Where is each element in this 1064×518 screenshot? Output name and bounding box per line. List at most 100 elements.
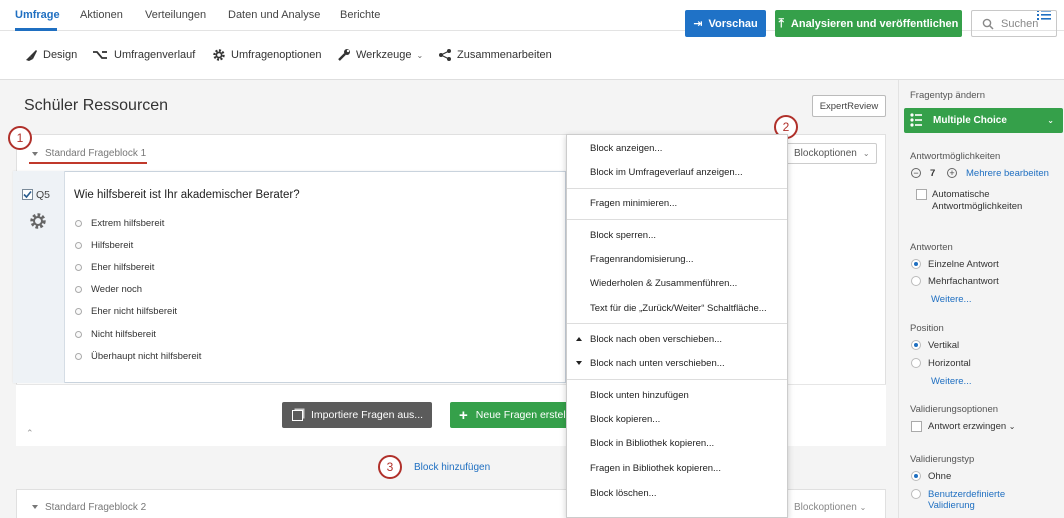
menu-divider bbox=[567, 219, 787, 220]
page-title: Schüler Ressourcen bbox=[24, 97, 169, 114]
custom-validation-link[interactable]: Benutzerdefinierte bbox=[928, 489, 1005, 500]
edit-multiple-link[interactable]: Mehrere bearbeiten bbox=[966, 168, 1049, 179]
gear-icon[interactable] bbox=[29, 212, 47, 230]
plus-icon: + bbox=[459, 406, 468, 424]
search-input[interactable]: Suchen bbox=[971, 10, 1057, 37]
menu-divider bbox=[567, 188, 787, 189]
chevron-up-icon[interactable]: ⌃ bbox=[26, 428, 34, 439]
survey-options-button[interactable]: Umfragenoptionen bbox=[212, 48, 322, 62]
menu-item-add-block-below[interactable]: Block unten hinzufügen bbox=[590, 390, 689, 401]
menu-divider bbox=[567, 379, 787, 380]
choice-item[interactable]: Hilfsbereit bbox=[75, 240, 133, 251]
tab-survey[interactable]: Umfrage bbox=[15, 9, 60, 21]
survey-flow-button[interactable]: Umfragenverlauf bbox=[92, 48, 195, 62]
block-1-label[interactable]: Standard Frageblock 1 bbox=[45, 148, 146, 159]
tab-distributions[interactable]: Verteilungen bbox=[145, 9, 206, 21]
publish-button[interactable]: ⤒ Analysieren und veröffentlichen bbox=[775, 10, 962, 37]
custom-validation-radio[interactable] bbox=[911, 489, 921, 499]
answers-label: Antworten bbox=[910, 242, 953, 253]
question-type-dropdown[interactable]: Multiple Choice ⌄ bbox=[904, 108, 1063, 133]
upload-icon: ⤒ bbox=[778, 16, 784, 30]
validation-type-label: Validierungstyp bbox=[910, 454, 975, 465]
auto-choices-checkbox[interactable] bbox=[916, 189, 927, 200]
tools-label: Werkzeuge bbox=[356, 49, 412, 61]
radio-icon bbox=[75, 353, 82, 360]
block-2-label[interactable]: Standard Frageblock 2 bbox=[45, 502, 146, 513]
menu-item-view-in-flow[interactable]: Block im Umfrageverlauf anzeigen... bbox=[590, 167, 743, 178]
chevron-down-icon: ⌄ bbox=[416, 50, 424, 60]
menu-item-copy-block[interactable]: Block kopieren... bbox=[590, 414, 660, 425]
multiple-choice-icon bbox=[910, 113, 922, 127]
collaborate-button[interactable]: Zusammenarbeiten bbox=[438, 48, 552, 62]
tab-reports[interactable]: Berichte bbox=[340, 9, 380, 21]
block-2-options-button[interactable]: Blockoptionen ⌄ bbox=[794, 502, 866, 513]
chevron-down-icon: ⌄ bbox=[1047, 116, 1054, 125]
menu-item-delete-block[interactable]: Block löschen... bbox=[590, 488, 657, 499]
preview-icon: ⇥ bbox=[693, 18, 703, 30]
expert-review-button[interactable]: ExpertReview bbox=[812, 95, 886, 117]
menu-item-view-block[interactable]: Block anzeigen... bbox=[590, 143, 662, 154]
vertical-radio[interactable] bbox=[911, 340, 921, 350]
choice-item[interactable]: Extrem hilfsbereit bbox=[75, 218, 164, 229]
no-validation-label: Ohne bbox=[928, 471, 952, 482]
multi-answer-label: Mehrfachantwort bbox=[928, 276, 999, 287]
caret-down-icon[interactable] bbox=[32, 152, 38, 156]
force-response-label[interactable]: Antwort erzwingen ⌄ bbox=[928, 421, 1016, 432]
choice-item[interactable]: Nicht hilfsbereit bbox=[75, 329, 156, 340]
tab-actions[interactable]: Aktionen bbox=[80, 9, 123, 21]
force-response-checkbox[interactable] bbox=[911, 421, 922, 432]
custom-validation-link-2[interactable]: Validierung bbox=[928, 500, 975, 511]
caret-down-icon[interactable] bbox=[32, 505, 38, 509]
menu-item-collapse-questions[interactable]: Fragen minimieren... bbox=[590, 198, 677, 209]
question-sidebar bbox=[13, 171, 65, 383]
menu-item-move-up[interactable]: Block nach oben verschieben... bbox=[590, 334, 722, 345]
design-button[interactable]: Design bbox=[24, 48, 77, 62]
question-type-label: Fragentyp ändern bbox=[910, 90, 985, 101]
new-question-button[interactable]: + Neue Fragen erstellen bbox=[450, 402, 566, 428]
validation-options-label: Validierungsoptionen bbox=[910, 404, 999, 415]
no-validation-radio[interactable] bbox=[911, 471, 921, 481]
menu-item-move-down[interactable]: Block nach unten verschieben... bbox=[590, 358, 725, 369]
menu-item-lock-block[interactable]: Block sperren... bbox=[590, 230, 656, 241]
horizontal-radio[interactable] bbox=[911, 358, 921, 368]
choice-item[interactable]: Eher hilfsbereit bbox=[75, 262, 154, 273]
import-questions-button[interactable]: Importiere Fragen aus... bbox=[282, 402, 432, 428]
choice-label: Hilfsbereit bbox=[91, 240, 134, 251]
position-more-link[interactable]: Weitere... bbox=[931, 376, 971, 387]
multi-answer-radio[interactable] bbox=[911, 276, 921, 286]
preview-button[interactable]: ⇥ Vorschau bbox=[685, 10, 766, 37]
gear-icon bbox=[213, 49, 225, 61]
chevron-down-icon: ⌄ bbox=[1008, 422, 1016, 431]
triangle-down-icon bbox=[576, 361, 582, 365]
radio-icon bbox=[75, 308, 82, 315]
choice-label: Eher nicht hilfsbereit bbox=[91, 306, 178, 317]
question-select-checkbox[interactable] bbox=[22, 189, 33, 200]
menu-divider bbox=[567, 323, 787, 324]
choice-label: Extrem hilfsbereit bbox=[91, 218, 165, 229]
menu-item-randomization[interactable]: Fragenrandomisierung... bbox=[590, 254, 694, 265]
share-icon bbox=[439, 49, 451, 61]
add-block-link[interactable]: Block hinzufügen bbox=[414, 462, 490, 473]
callout-3: 3 bbox=[378, 455, 402, 479]
block-options-button[interactable]: Blockoptionen ⌄ bbox=[786, 143, 877, 164]
answers-more-link[interactable]: Weitere... bbox=[931, 294, 971, 305]
choice-label: Eher hilfsbereit bbox=[91, 262, 155, 273]
question-text[interactable]: Wie hilfsbereit ist Ihr akademischer Ber… bbox=[74, 189, 300, 201]
menu-item-loop-merge[interactable]: Wiederholen & Zusammenführen... bbox=[590, 278, 737, 289]
chevron-down-icon: ⌄ bbox=[862, 149, 870, 158]
choice-item[interactable]: Überhaupt nicht hilfsbereit bbox=[75, 351, 201, 362]
tools-dropdown[interactable]: Werkzeuge ⌄ bbox=[337, 48, 423, 62]
check-icon bbox=[23, 190, 32, 199]
tab-data-analysis[interactable]: Daten und Analyse bbox=[228, 9, 320, 21]
minus-icon[interactable]: − bbox=[911, 168, 921, 178]
menu-item-copy-questions-library[interactable]: Fragen in Bibliothek kopieren... bbox=[590, 463, 721, 474]
single-answer-radio[interactable] bbox=[911, 259, 921, 269]
collaborate-label: Zusammenarbeiten bbox=[457, 49, 552, 61]
highlight-underline bbox=[29, 162, 147, 164]
menu-item-copy-block-library[interactable]: Block in Bibliothek kopieren... bbox=[590, 438, 714, 449]
survey-flow-label: Umfragenverlauf bbox=[114, 49, 196, 61]
menu-item-next-back-text[interactable]: Text für die „Zurück/Weiter“ Schaltfläch… bbox=[590, 303, 767, 314]
choice-item[interactable]: Weder noch bbox=[75, 284, 142, 295]
choice-item[interactable]: Eher nicht hilfsbereit bbox=[75, 306, 177, 317]
plus-icon[interactable]: + bbox=[947, 168, 957, 178]
